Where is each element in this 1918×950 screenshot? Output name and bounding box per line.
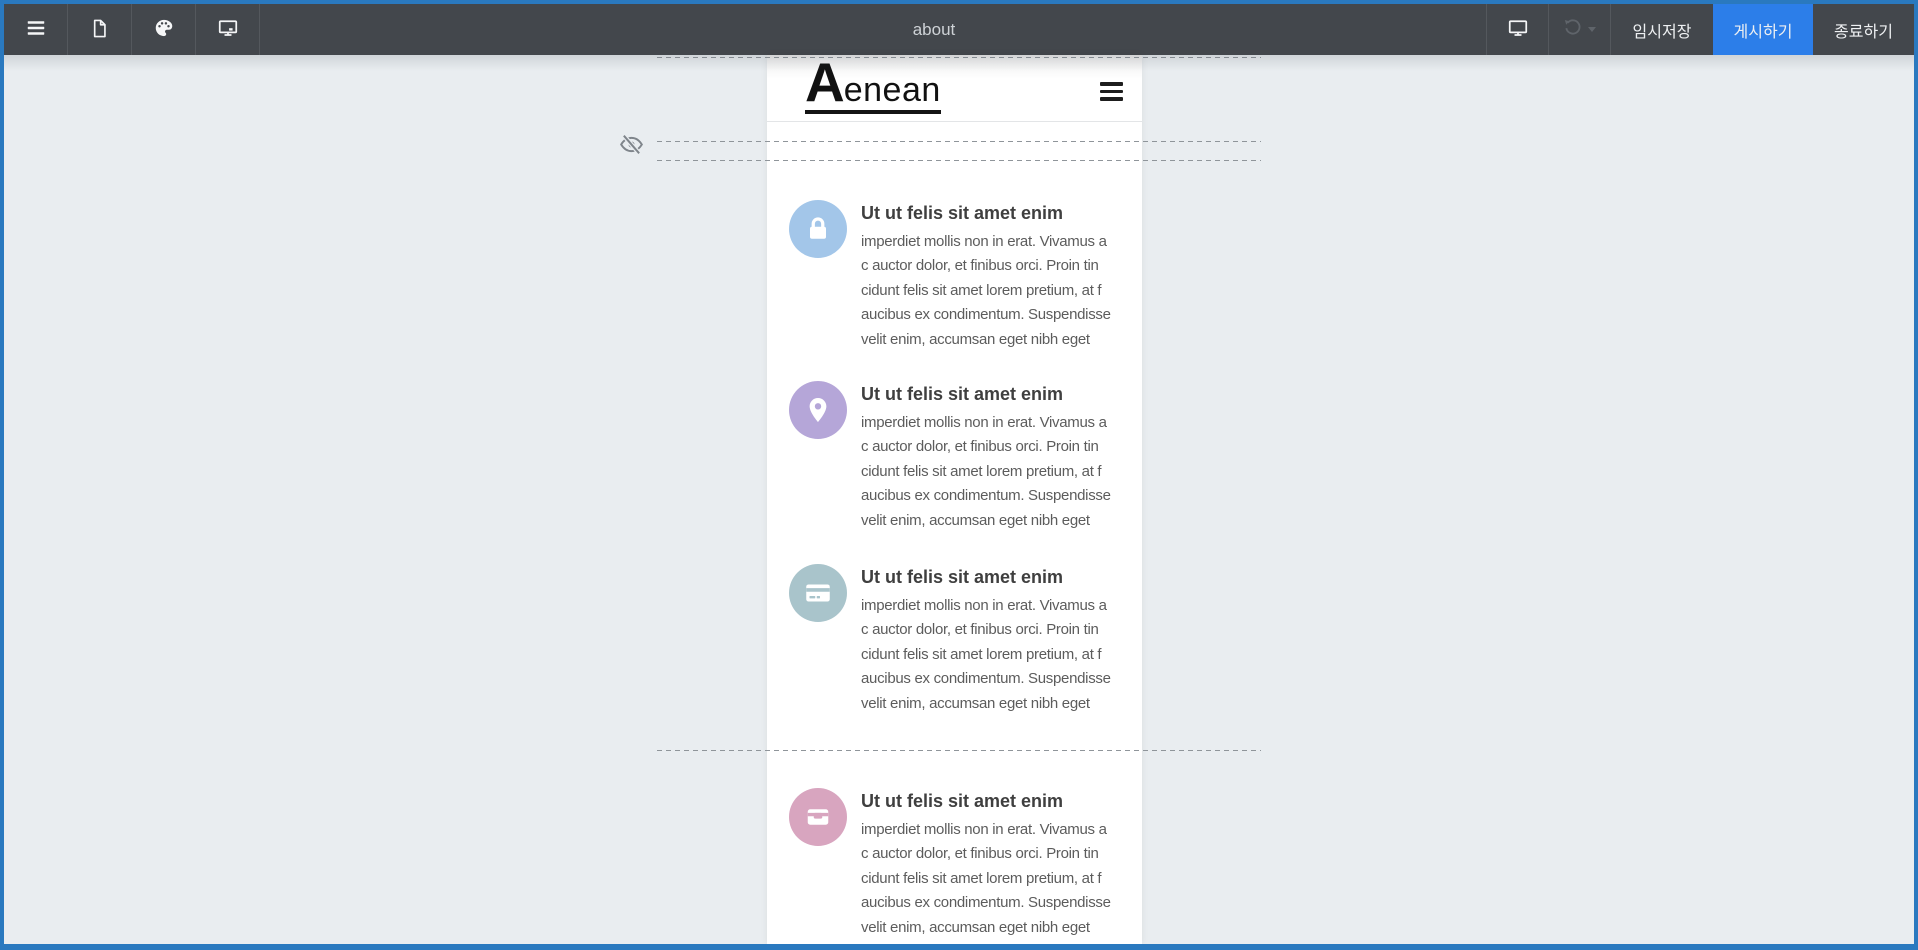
eye-slash-icon [618,146,645,161]
feature-title: Ut ut felis sit amet enim [861,383,1120,405]
logo-text: enean [844,71,941,109]
hidden-section-toggle[interactable] [618,131,645,158]
hamburger-icon[interactable] [1100,82,1123,101]
lock-icon [789,200,847,258]
feature-item[interactable]: Ut ut felis sit amet enim imperdiet moll… [789,381,1120,533]
feature-body: imperdiet mollis non in erat. Vivamus a … [861,818,1120,940]
theme-button[interactable] [132,4,196,55]
section-divider [657,57,1261,58]
feature-body: imperdiet mollis non in erat. Vivamus a … [861,411,1120,533]
undo-button[interactable] [1548,4,1610,55]
editor-window: about 임시저장 [0,0,1918,950]
feature-title: Ut ut felis sit amet enim [861,202,1120,224]
section-divider [657,141,1261,142]
menu-icon [25,17,47,42]
monitor-icon [1507,17,1529,42]
palette-icon [153,17,175,42]
top-toolbar: about 임시저장 [4,4,1914,55]
logo-initial: A [805,51,844,113]
section-divider [657,160,1261,161]
feature-item[interactable]: Ut ut felis sit amet enim imperdiet moll… [789,200,1120,352]
map-pin-icon [789,381,847,439]
preview-header[interactable]: Aenean [767,55,1142,122]
inbox-icon [789,788,847,846]
exit-button[interactable]: 종료하기 [1813,4,1914,55]
feature-title: Ut ut felis sit amet enim [861,790,1120,812]
credit-card-icon [789,564,847,622]
feature-item[interactable]: Ut ut felis sit amet enim imperdiet moll… [789,788,1120,940]
section-divider [657,750,1261,751]
feature-body: imperdiet mollis non in erat. Vivamus a … [861,230,1120,352]
device-preview-button[interactable] [196,4,260,55]
site-logo: Aenean [805,55,941,114]
undo-icon [1563,18,1583,41]
toolbar-left-group [4,4,260,55]
editor-canvas-area: Aenean Ut ut felis sit amet enim imperdi… [4,55,1914,944]
menu-button[interactable] [4,4,68,55]
page-title: about [913,4,956,55]
toolbar-right-group: 임시저장 게시하기 종료하기 [1486,4,1914,55]
desktop-device-icon [217,17,239,42]
page-button[interactable] [68,4,132,55]
publish-button[interactable]: 게시하기 [1713,4,1813,55]
feature-item[interactable]: Ut ut felis sit amet enim imperdiet moll… [789,564,1120,716]
undo-caret-icon [1588,27,1596,32]
preview-button[interactable] [1486,4,1548,55]
temp-save-button[interactable]: 임시저장 [1610,4,1713,55]
feature-body: imperdiet mollis non in erat. Vivamus a … [861,594,1120,716]
feature-title: Ut ut felis sit amet enim [861,566,1120,588]
page-preview: Aenean Ut ut felis sit amet enim imperdi… [767,55,1142,944]
page-icon [89,18,110,42]
